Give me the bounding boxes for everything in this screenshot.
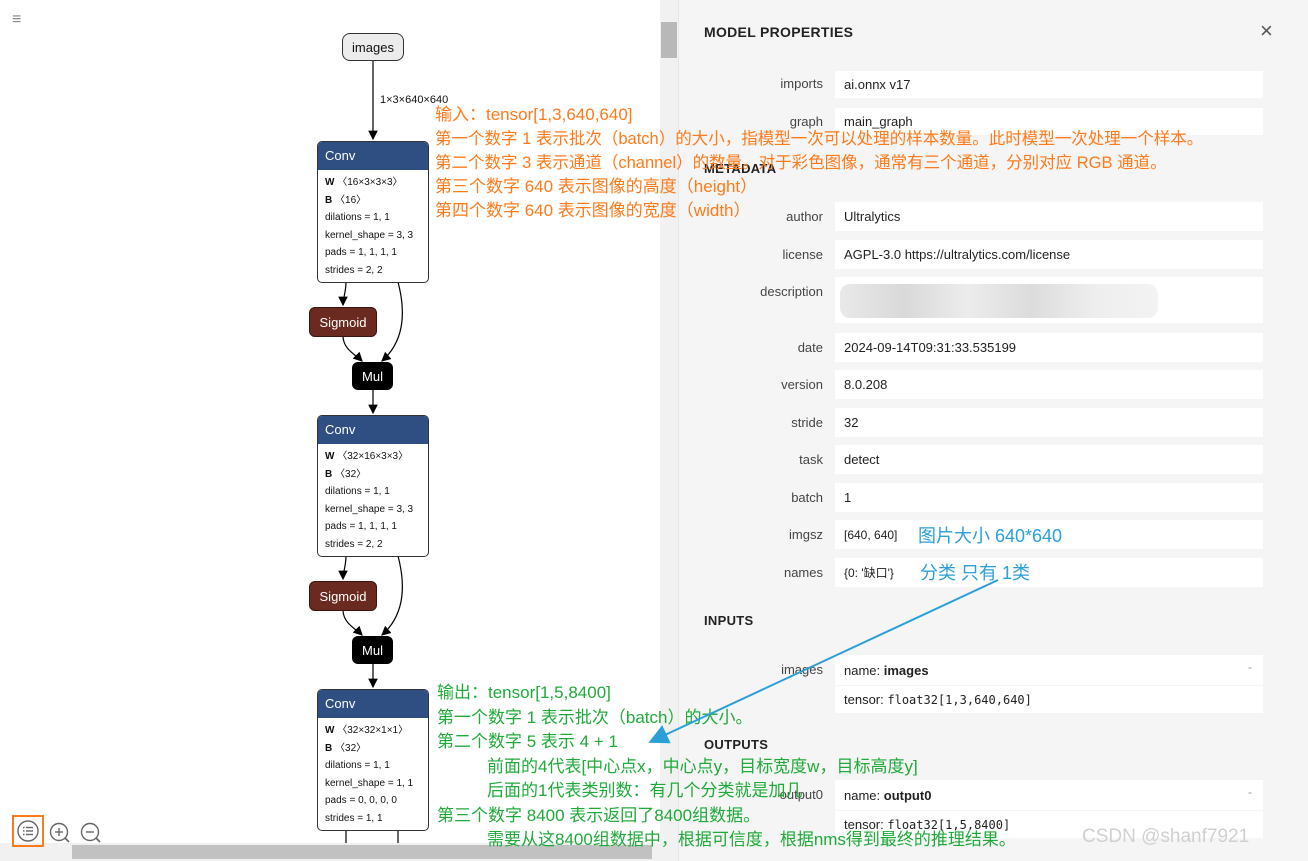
input-tensor-prefix: tensor: bbox=[844, 692, 884, 707]
conv-attr: kernel_shape = 3, 3 bbox=[325, 503, 414, 515]
prop-label-license: license bbox=[782, 247, 823, 262]
zoom-in-icon bbox=[49, 822, 70, 843]
conv-weight-row: W 〈32×32×1×1〉 bbox=[325, 725, 409, 736]
annotation-output-line: 需要从这8400组数据中，根据可信度，根据nms得到最终的推理结果。 bbox=[487, 830, 1016, 849]
annotation-output-line: 第三个数字 8400 表示返回了8400组数据。 bbox=[437, 806, 761, 825]
zoom-out-button[interactable] bbox=[80, 822, 102, 844]
conv-bias-row: B 〈32〉 bbox=[325, 742, 367, 754]
mul-label: Mul bbox=[362, 368, 383, 384]
conv-bias-row: B 〈32〉 bbox=[325, 468, 367, 480]
input-label-images: images bbox=[781, 662, 823, 677]
output-name-value: output0 bbox=[883, 787, 932, 803]
annotation-imgsz-note: 图片大小 640*640 bbox=[918, 526, 1063, 546]
prop-value-stride: 32 bbox=[835, 408, 1263, 437]
outputs-header: OUTPUTS bbox=[704, 737, 769, 752]
annotation-input-line: 第四个数字 640 表示图像的宽度（width） bbox=[435, 201, 751, 220]
edge-sigmoid2-mul2 bbox=[342, 610, 363, 636]
annotation-output-line: 第二个数字 5 表示 4 + 1 bbox=[437, 732, 618, 751]
input-expand-icon[interactable]: - bbox=[1248, 660, 1252, 674]
conv-node-1[interactable]: Conv W 〈16×3×3×3〉 B 〈16〉 dilations = 1, … bbox=[317, 141, 429, 283]
input-name-value: images bbox=[883, 662, 929, 678]
conv-node-title: Conv bbox=[318, 416, 428, 444]
conv-attr: dilations = 1, 1 bbox=[325, 212, 390, 223]
conv-weight-row: W 〈16×3×3×3〉 bbox=[325, 177, 403, 188]
annotation-input-line: 第二个数字 3 表示通道（channel）的数量。对于彩色图像，通常有三个通道，… bbox=[435, 154, 1167, 172]
mul-node-1[interactable]: Mul bbox=[352, 362, 393, 390]
conv-attr: pads = 0, 0, 0, 0 bbox=[325, 795, 397, 806]
input-name-field[interactable]: name: images bbox=[835, 655, 1263, 685]
conv-node-title: Conv bbox=[318, 142, 428, 170]
prop-label-imgsz: imgsz bbox=[789, 527, 823, 542]
prop-value-task: detect bbox=[835, 445, 1263, 474]
conv-attr: strides = 1, 1 bbox=[325, 812, 383, 824]
prop-value-imports: ai.onnx v17 bbox=[835, 71, 1263, 98]
prop-label-batch: batch bbox=[791, 490, 823, 505]
watermark: CSDN @shanf7921 bbox=[1082, 826, 1250, 847]
zoom-out-icon bbox=[80, 822, 101, 843]
output-name-prefix: name: bbox=[844, 787, 881, 803]
mul-label: Mul bbox=[362, 642, 383, 658]
panel-title: MODEL PROPERTIES bbox=[704, 24, 854, 40]
prop-value-batch: 1 bbox=[835, 483, 1263, 512]
edge-conv1-sigmoid1 bbox=[338, 281, 348, 307]
conv-attr: pads = 1, 1, 1, 1 bbox=[325, 247, 397, 258]
conv-node-2[interactable]: Conv W 〈32×16×3×3〉 B 〈32〉 dilations = 1,… bbox=[317, 415, 429, 557]
annotation-output-line: 后面的1代表类别数：有几个分类就是加几 bbox=[487, 781, 803, 800]
annotation-names-note: 分类 只有 1类 bbox=[920, 563, 1031, 583]
conv-bias-row: B 〈16〉 bbox=[325, 194, 367, 206]
annotation-output-line: 输出：tensor[1,5,8400] bbox=[437, 683, 611, 702]
input-node-label: images bbox=[352, 39, 394, 55]
list-view-button[interactable] bbox=[12, 815, 44, 847]
mul-node-2[interactable]: Mul bbox=[352, 636, 393, 664]
sigmoid-label: Sigmoid bbox=[319, 314, 367, 330]
prop-label-imports: imports bbox=[780, 76, 823, 91]
inputs-header: INPUTS bbox=[704, 613, 754, 628]
list-icon bbox=[17, 820, 39, 842]
conv-attr: strides = 2, 2 bbox=[325, 538, 383, 550]
annotation-input-line: 输入：tensor[1,3,640,640] bbox=[435, 105, 633, 124]
prop-value-author: Ultralytics bbox=[835, 202, 1263, 231]
output-name-field[interactable]: name: output0 bbox=[835, 780, 1263, 810]
sigmoid-node-1[interactable]: Sigmoid bbox=[309, 307, 377, 337]
input-node-images[interactable]: images bbox=[342, 33, 404, 61]
blurred-description bbox=[840, 284, 1158, 318]
conv-attr: dilations = 1, 1 bbox=[325, 486, 390, 497]
input-tensor-value: float32[1,3,640,640] bbox=[887, 692, 1032, 707]
sigmoid-label: Sigmoid bbox=[319, 588, 367, 604]
edge-conv2-sigmoid2 bbox=[338, 555, 348, 581]
output-expand-icon[interactable]: - bbox=[1248, 785, 1252, 799]
menu-icon[interactable]: ≡ bbox=[12, 12, 21, 28]
conv-attr: dilations = 1, 1 bbox=[325, 760, 390, 771]
graph-vertical-scroll-thumb[interactable] bbox=[661, 22, 677, 58]
conv-attr: pads = 1, 1, 1, 1 bbox=[325, 521, 397, 532]
input-name-prefix: name: bbox=[844, 662, 881, 678]
edge-conv1-mul1 bbox=[381, 281, 403, 362]
conv-node-title: Conv bbox=[318, 690, 428, 718]
annotation-output-line: 前面的4代表[中心点x，中心点y，目标宽度w，目标高度y] bbox=[487, 757, 918, 776]
prop-value-version: 8.0.208 bbox=[835, 370, 1263, 399]
annotation-input-line: 第三个数字 640 表示图像的高度（height） bbox=[435, 177, 758, 196]
annotation-input-line: 第一个数字 1 表示批次（batch）的大小，指模型一次可以处理的样本数量。此时… bbox=[435, 130, 1204, 148]
edge-conv2-mul2 bbox=[381, 555, 403, 636]
zoom-in-button[interactable] bbox=[49, 822, 71, 844]
annotation-output-line: 第一个数字 1 表示批次（batch）的大小。 bbox=[437, 708, 753, 727]
prop-value-names: {0: '缺口'} bbox=[835, 558, 1263, 587]
close-icon[interactable]: × bbox=[1260, 20, 1273, 42]
conv-attr: kernel_shape = 1, 1 bbox=[325, 777, 414, 789]
prop-value-date: 2024-09-14T09:31:33.535199 bbox=[835, 333, 1263, 362]
conv-weight-row: W 〈32×16×3×3〉 bbox=[325, 451, 409, 462]
prop-label-version: version bbox=[781, 377, 823, 392]
conv-attr: kernel_shape = 3, 3 bbox=[325, 229, 414, 241]
prop-label-task: task bbox=[799, 452, 823, 467]
conv-node-3[interactable]: Conv W 〈32×32×1×1〉 B 〈32〉 dilations = 1,… bbox=[317, 689, 429, 831]
conv-attr: strides = 2, 2 bbox=[325, 264, 383, 276]
prop-label-date: date bbox=[797, 340, 823, 355]
sigmoid-node-2[interactable]: Sigmoid bbox=[309, 581, 377, 611]
input-tensor-field: tensor: float32[1,3,640,640] bbox=[835, 686, 1263, 713]
prop-label-description: description bbox=[760, 284, 823, 299]
prop-label-names: names bbox=[783, 565, 823, 580]
edge-sigmoid1-mul1 bbox=[342, 336, 363, 362]
prop-label-stride: stride bbox=[791, 415, 823, 430]
prop-value-license: AGPL-3.0 https://ultralytics.com/license bbox=[835, 240, 1263, 269]
